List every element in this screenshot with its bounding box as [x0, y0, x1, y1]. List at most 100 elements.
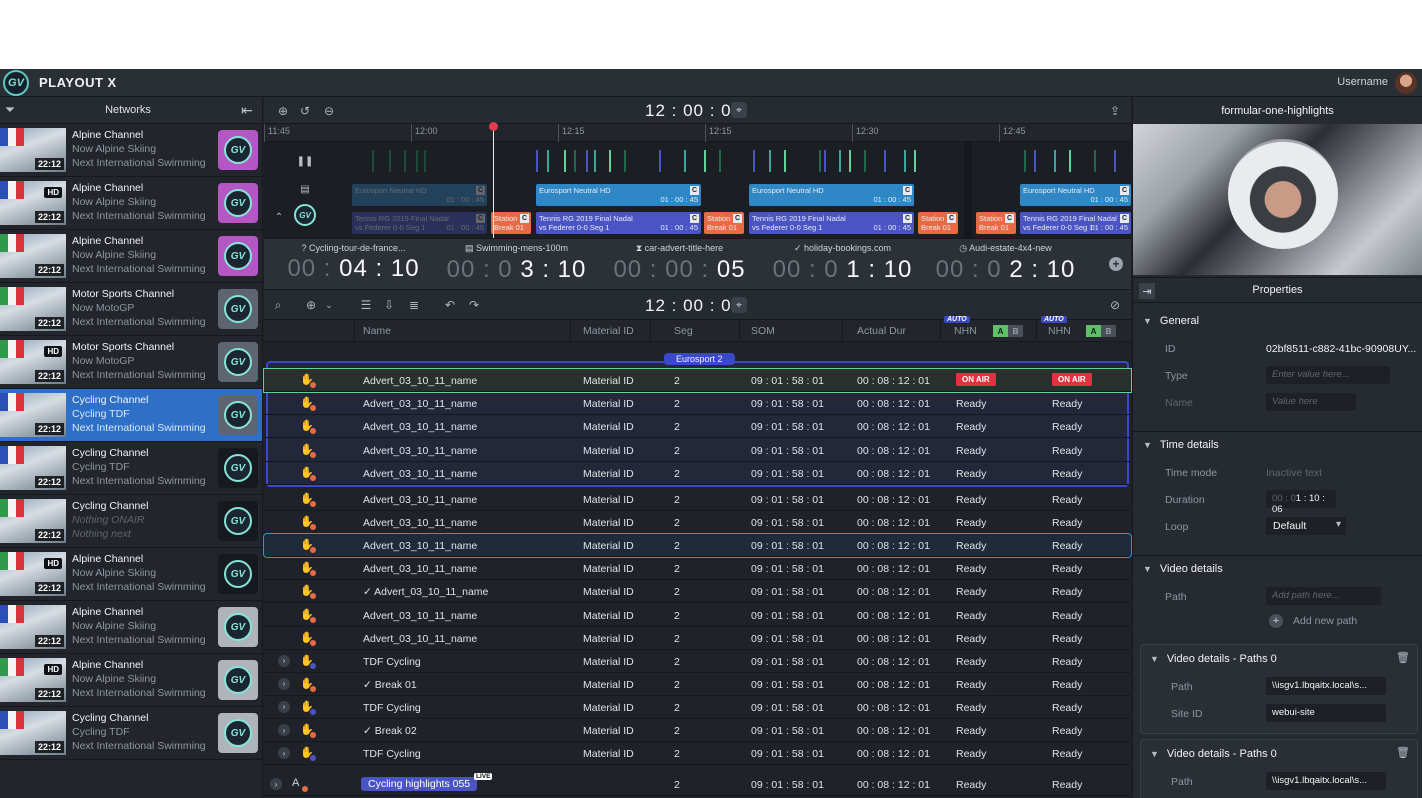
timeline-segment[interactable]: Eurosport Neutral HD C 01 : 00 : 45: [536, 184, 701, 206]
filter-icon[interactable]: ⏷: [2, 102, 18, 118]
col-actual-dur[interactable]: Actual Dur: [857, 325, 906, 337]
col-material[interactable]: Material ID: [583, 325, 634, 337]
countdown[interactable]: ▤ Swimming-mens-100m 00 : 0 3 : 10: [435, 243, 598, 284]
group-label[interactable]: Eurosport 2: [664, 353, 735, 365]
file-icon[interactable]: ▤: [298, 182, 312, 196]
network-item[interactable]: HD 22:12 Alpine Channel Now Alpine Skiing Ne…: [0, 654, 262, 707]
col-name[interactable]: Name: [363, 325, 391, 337]
location-pin-icon[interactable]: ⌖: [731, 102, 747, 118]
name-input[interactable]: Value here: [1266, 393, 1356, 411]
trash-icon[interactable]: 🗑: [1396, 651, 1410, 665]
countdown[interactable]: ⧗ car-advert-title-here 00 : 00 : 05: [598, 243, 761, 284]
network-item[interactable]: 22:12 Alpine Channel Now Alpine Skiing Next…: [0, 601, 262, 654]
col-nhn-1[interactable]: NHN: [954, 325, 977, 337]
video-preview[interactable]: [1133, 124, 1422, 275]
playhead[interactable]: [489, 122, 498, 238]
table-row[interactable]: ✋ Advert_03_10_11_name Material ID 2 09 : 01…: [264, 627, 1131, 650]
list-icon[interactable]: ☰: [357, 296, 375, 314]
table-row[interactable]: › ✋ ✓ Break 01 Material ID 2 09 : 01 : 58 : 0…: [264, 673, 1131, 696]
expand-row-icon[interactable]: ›: [278, 700, 290, 713]
add-icon[interactable]: ⊕: [302, 296, 320, 314]
network-item[interactable]: 22:12 Cycling Channel Cycling TDF Next Inte…: [0, 389, 262, 442]
card-path-input[interactable]: \\isgv1.lbqaitx.local\s...: [1266, 772, 1386, 790]
username[interactable]: Username: [1337, 76, 1388, 88]
add-new-path-button[interactable]: + Add new path: [1269, 614, 1357, 628]
eye-off-icon[interactable]: ⊘: [1106, 296, 1124, 314]
table-row[interactable]: › ✋ TDF Cycling Material ID 2 09 : 01 : 58 : …: [264, 696, 1131, 719]
network-item[interactable]: 22:12 Cycling Channel Cycling TDF Next Inte…: [0, 707, 262, 760]
countdown[interactable]: ? Cycling-tour-de-france... 00 : 04 : 10: [272, 243, 435, 283]
avatar[interactable]: [1395, 72, 1417, 94]
general-toggle[interactable]: ▼ General: [1143, 315, 1199, 327]
table-row[interactable]: ✋ Advert_03_10_11_name Material ID 2 09 : 01…: [264, 415, 1131, 439]
col-nhn-2[interactable]: NHN: [1048, 325, 1071, 337]
type-input[interactable]: Enter value here...: [1266, 366, 1390, 384]
card-path-input[interactable]: \\isgv1.lbqaitx.local\s...: [1266, 677, 1386, 695]
expand-row-icon[interactable]: ›: [278, 724, 290, 736]
table-row[interactable]: ✋ Advert_03_10_11_name Material ID 2 09 : 01…: [264, 439, 1131, 462]
site-id-input[interactable]: webui-site: [1266, 704, 1386, 722]
path-card-toggle[interactable]: ▼ Video details - Paths 0: [1150, 748, 1277, 760]
table-row[interactable]: › ✋ ✓ Break 02 Material ID 2 09 : 01 : 58 : 0…: [264, 719, 1131, 742]
b-button[interactable]: B: [1008, 325, 1023, 337]
curve-left-icon[interactable]: ↶: [441, 296, 459, 314]
timeline-segment[interactable]: Eurosport Neutral HD C 01 : 00 : 45: [1020, 184, 1131, 206]
timeline-segment[interactable]: Eurosport Neutral HD C 01 : 00 : 45: [749, 184, 914, 206]
chevron-down-icon[interactable]: ⌄: [320, 296, 338, 314]
upload-icon[interactable]: ⇪: [1106, 102, 1124, 120]
zoom-in-icon[interactable]: ⊕: [274, 102, 292, 120]
expand-row-icon[interactable]: ›: [270, 778, 282, 791]
table-row[interactable]: ✋ Advert_03_10_11_name Material ID 2 09 : 01…: [264, 488, 1131, 511]
a-button[interactable]: A: [1086, 325, 1101, 337]
table-row[interactable]: › A Cycling highlights 055 LIVE 2 09 : 01 : 5…: [264, 773, 1131, 797]
table-row[interactable]: ✋ Advert_03_10_11_name Material ID 2 09 : 01…: [264, 557, 1131, 581]
network-item[interactable]: HD 22:12 Alpine Channel Now Alpine Skiing Ne…: [0, 177, 262, 230]
table-row[interactable]: ✋ Advert_03_10_11_name Material ID 2 09 : 01…: [264, 392, 1131, 416]
list-down-icon[interactable]: ⇩: [380, 296, 398, 314]
timeline-segment[interactable]: Tennis RG 2019 Final Nadal vs Federer 0-0…: [1020, 212, 1131, 234]
col-seg[interactable]: Seg: [674, 325, 693, 337]
pause-icon[interactable]: ❚❚: [297, 154, 314, 168]
a-button[interactable]: A: [993, 325, 1008, 337]
path-input[interactable]: Add path here...: [1266, 587, 1381, 605]
network-item[interactable]: 22:12 Cycling Channel Cycling TDF Next Inte…: [0, 442, 262, 495]
table-row[interactable]: ✋ Advert_03_10_11_name Material ID 2 09 : 01…: [263, 533, 1132, 559]
expand-row-icon[interactable]: ›: [278, 654, 290, 667]
timeline-segment[interactable]: Station Break 01 C: [918, 212, 958, 234]
path-card-toggle[interactable]: ▼ Video details - Paths 0: [1150, 653, 1277, 665]
network-item[interactable]: 22:12 Alpine Channel Now Alpine Skiing Next…: [0, 230, 262, 283]
timeline-segment[interactable]: Tennis RG 2019 Final Nadal vs Federer 0-0…: [749, 212, 914, 234]
search-icon[interactable]: ⌕: [269, 296, 287, 314]
expand-row-icon[interactable]: ›: [278, 747, 290, 760]
trash-icon[interactable]: 🗑: [1396, 746, 1410, 760]
collapse-left-icon[interactable]: ⇤: [238, 101, 256, 119]
network-item[interactable]: HD 22:12 Alpine Channel Now Alpine Skiing Ne…: [0, 548, 262, 601]
network-item[interactable]: 22:12 Motor Sports Channel Now MotoGP Next …: [0, 283, 262, 336]
duration-input[interactable]: 00 : 01 : 10 : 06: [1266, 490, 1336, 515]
time-toggle[interactable]: ▼ Time details: [1143, 439, 1219, 451]
timeline-segment[interactable]: Eurosport Neutral HD C 01 : 00 : 45: [352, 184, 487, 206]
expand-right-icon[interactable]: ⇥: [1139, 283, 1155, 299]
table-row[interactable]: › ✋ TDF Cycling Material ID 2 09 : 01 : 58 : …: [264, 742, 1131, 766]
list-location-pin-icon[interactable]: ⌖: [731, 297, 747, 313]
network-item[interactable]: HD 22:12 Motor Sports Channel Now MotoGP Nex…: [0, 336, 262, 389]
add-countdown-icon[interactable]: +: [1109, 257, 1123, 271]
table-row[interactable]: ✋ ✓ Advert_03_10_11_name Material ID 2 09 : …: [264, 580, 1131, 604]
col-som[interactable]: SOM: [751, 325, 775, 337]
network-item[interactable]: 22:12 Cycling Channel Nothing ONAIR Nothing…: [0, 495, 262, 548]
table-row[interactable]: ✋ Advert_03_10_11_name Material ID 2 09 : 01…: [264, 511, 1131, 535]
table-row[interactable]: › ✋ TDF Cycling Material ID 2 09 : 01 : 58 : …: [264, 650, 1131, 673]
curve-right-icon[interactable]: ↷: [465, 296, 483, 314]
zoom-out-icon[interactable]: ⊖: [320, 102, 338, 120]
timeline-segment[interactable]: Station Break 01 C: [491, 212, 531, 234]
timeline-segment[interactable]: Tennis RG 2019 Final Nadal vs Federer 0-0…: [352, 212, 487, 234]
table-row[interactable]: ✋ Advert_03_10_11_name Material ID 2 09 : 01…: [264, 462, 1131, 485]
list-split-icon[interactable]: ≣: [405, 296, 423, 314]
collapse-up-icon[interactable]: ⌃: [272, 210, 286, 224]
network-item[interactable]: 22:12 Alpine Channel Now Alpine Skiing Next…: [0, 124, 262, 177]
timeline-segment[interactable]: Station Break 01 C: [704, 212, 744, 234]
table-row[interactable]: ✋ Advert_03_10_11_name Material ID 2 09 : 01…: [263, 368, 1132, 393]
b-button[interactable]: B: [1101, 325, 1116, 337]
countdown[interactable]: ◷ Audi-estate-4x4-new 00 : 0 2 : 10: [924, 243, 1087, 284]
loop-select[interactable]: Default: [1266, 517, 1346, 535]
